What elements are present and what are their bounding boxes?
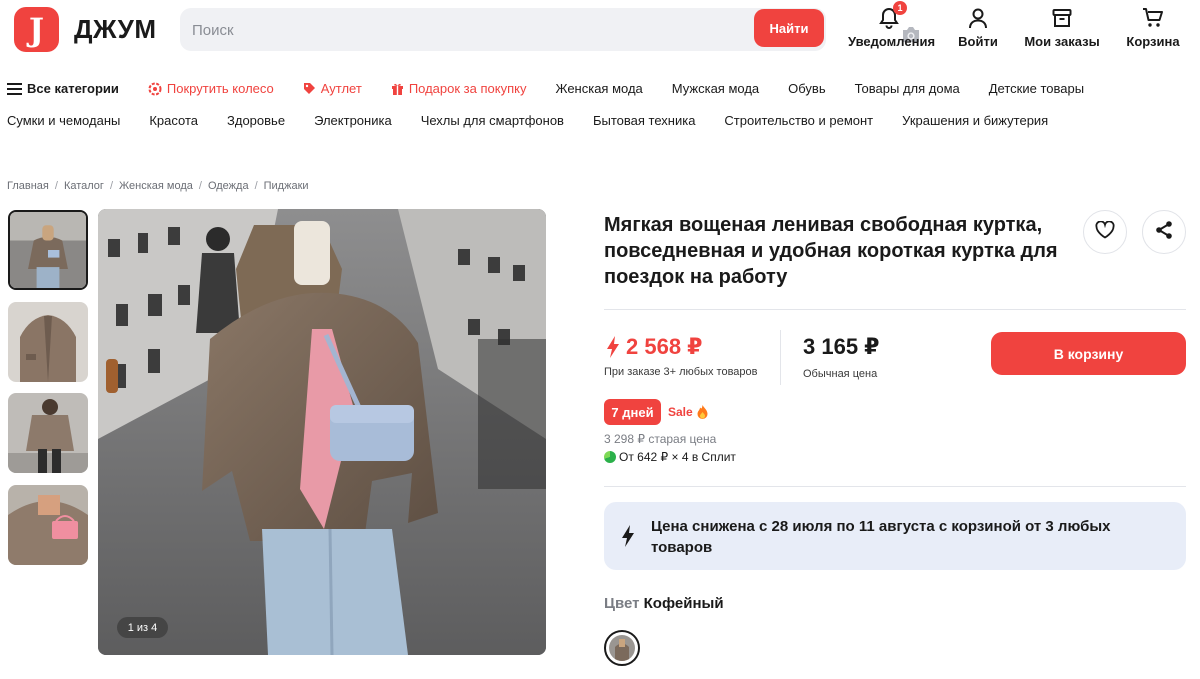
breadcrumb-item[interactable]: Главная	[7, 180, 49, 192]
breadcrumb-separator: /	[254, 180, 258, 192]
gift-icon	[391, 82, 404, 95]
heart-icon	[1095, 219, 1115, 244]
notifications-label: Уведомления	[848, 34, 936, 49]
search-button[interactable]: Найти	[754, 9, 824, 47]
nav-electronics[interactable]: Электроника	[314, 113, 392, 128]
add-to-cart-button[interactable]: В корзину	[991, 332, 1186, 375]
nav-shoes[interactable]: Обувь	[788, 81, 825, 96]
nav-gift[interactable]: Подарок за покупку	[391, 81, 527, 96]
orders-button[interactable]: Мои заказы	[1024, 7, 1100, 49]
regular-price-note: Обычная цена	[803, 368, 878, 380]
nav-women-fashion[interactable]: Женская мода	[555, 81, 642, 96]
split-text: От 642 ₽ × 4 в Сплит	[619, 450, 736, 464]
share-button[interactable]	[1142, 210, 1186, 254]
promo-price: 2 568 ₽	[606, 334, 702, 360]
nav-construction[interactable]: Строительство и ремонт	[724, 113, 873, 128]
logo-letter: J	[28, 10, 45, 49]
price-divider	[780, 330, 781, 385]
promo-price-value: 2 568 ₽	[626, 334, 703, 359]
color-swatch[interactable]	[604, 630, 640, 666]
share-icon	[1154, 220, 1174, 245]
nav-label: Аутлет	[320, 81, 362, 96]
nav-all-categories[interactable]: Все категории	[7, 81, 119, 96]
user-icon	[968, 7, 988, 32]
breadcrumb-item[interactable]: Каталог	[64, 180, 104, 192]
color-label: Цвет	[604, 595, 640, 612]
nav-beauty[interactable]: Красота	[149, 113, 198, 128]
color-swatch-image	[609, 635, 635, 661]
nav-men-fashion[interactable]: Мужская мода	[672, 81, 759, 96]
split-payment[interactable]: От 642 ₽ × 4 в Сплит	[604, 450, 736, 464]
nav-health[interactable]: Здоровье	[227, 113, 285, 128]
notifications-button[interactable]: 1 Уведомления	[848, 1, 936, 49]
breadcrumb-item[interactable]: Женская мода	[119, 180, 193, 192]
promo-price-note: При заказе 3+ любых товаров	[604, 366, 758, 378]
login-button[interactable]: Войти	[955, 7, 1001, 49]
image-counter: 1 из 4	[117, 617, 168, 638]
color-row: Цвет Кофейный	[604, 595, 724, 612]
nav-label: Покрутить колесо	[166, 81, 274, 96]
orders-label: Мои заказы	[1024, 34, 1100, 49]
divider	[604, 486, 1186, 487]
search-bar: Найти	[180, 8, 919, 51]
sale-label: Sale	[668, 405, 708, 419]
product-title: Мягкая вощеная ленивая свободная куртка,…	[604, 214, 1058, 288]
wheel-icon	[148, 82, 162, 96]
nav-outlet[interactable]: Аутлет	[303, 81, 362, 96]
divider	[604, 309, 1186, 310]
breadcrumb-separator: /	[54, 180, 58, 192]
login-label: Войти	[958, 34, 998, 49]
category-nav: Все категории Покрутить колесо Аутлет По…	[7, 81, 1113, 96]
logo-icon[interactable]: J	[14, 7, 59, 52]
thumbnail-4[interactable]	[8, 485, 88, 565]
brand-name[interactable]: ДЖУМ	[74, 14, 157, 45]
cart-button[interactable]: Корзина	[1126, 7, 1180, 49]
breadcrumb-item[interactable]: Пиджаки	[264, 180, 309, 192]
lightning-icon	[621, 525, 635, 552]
nav-appliances[interactable]: Бытовая техника	[593, 113, 695, 128]
thumbnail-3[interactable]	[8, 393, 88, 473]
nav-jewelry[interactable]: Украшения и бижутерия	[902, 113, 1048, 128]
nav-kids-goods[interactable]: Детские товары	[989, 81, 1084, 96]
nav-label: Все категории	[27, 81, 119, 96]
cart-icon	[1142, 7, 1164, 31]
nav-label: Подарок за покупку	[408, 81, 527, 96]
nav-wheel[interactable]: Покрутить колесо	[148, 81, 274, 96]
color-value: Кофейный	[643, 595, 724, 612]
sale-text: Sale	[668, 405, 693, 419]
category-nav-secondary: Сумки и чемоданы Красота Здоровье Электр…	[7, 113, 1077, 128]
lightning-icon	[607, 336, 619, 358]
price-info-text: Цена снижена с 28 июля по 11 августа с к…	[651, 518, 1111, 556]
product-photo[interactable]: 1 из 4	[98, 209, 546, 655]
nav-phone-cases[interactable]: Чехлы для смартфонов	[421, 113, 564, 128]
nav-home-goods[interactable]: Товары для дома	[855, 81, 960, 96]
breadcrumb-item[interactable]: Одежда	[208, 180, 249, 192]
breadcrumb-separator: /	[109, 180, 113, 192]
nav-bags[interactable]: Сумки и чемоданы	[7, 113, 120, 128]
split-icon	[604, 451, 616, 463]
days-badge: 7 дней	[604, 399, 661, 425]
search-input[interactable]	[192, 19, 692, 41]
menu-icon	[7, 82, 22, 95]
box-icon	[1052, 8, 1072, 31]
breadcrumb-separator: /	[198, 180, 202, 192]
price-info-banner: Цена снижена с 28 июля по 11 августа с к…	[604, 502, 1186, 570]
tag-icon	[303, 82, 316, 95]
old-price: 3 298 ₽ старая цена	[604, 432, 717, 446]
favorite-button[interactable]	[1083, 210, 1127, 254]
regular-price: 3 165 ₽	[803, 334, 880, 359]
fire-icon	[697, 405, 708, 419]
notification-badge: 1	[893, 1, 907, 15]
cart-label: Корзина	[1126, 34, 1180, 49]
breadcrumb: Главная / Каталог / Женская мода / Одежда / …	[7, 180, 309, 192]
thumbnail-1[interactable]	[8, 210, 88, 290]
thumbnail-2[interactable]	[8, 302, 88, 382]
